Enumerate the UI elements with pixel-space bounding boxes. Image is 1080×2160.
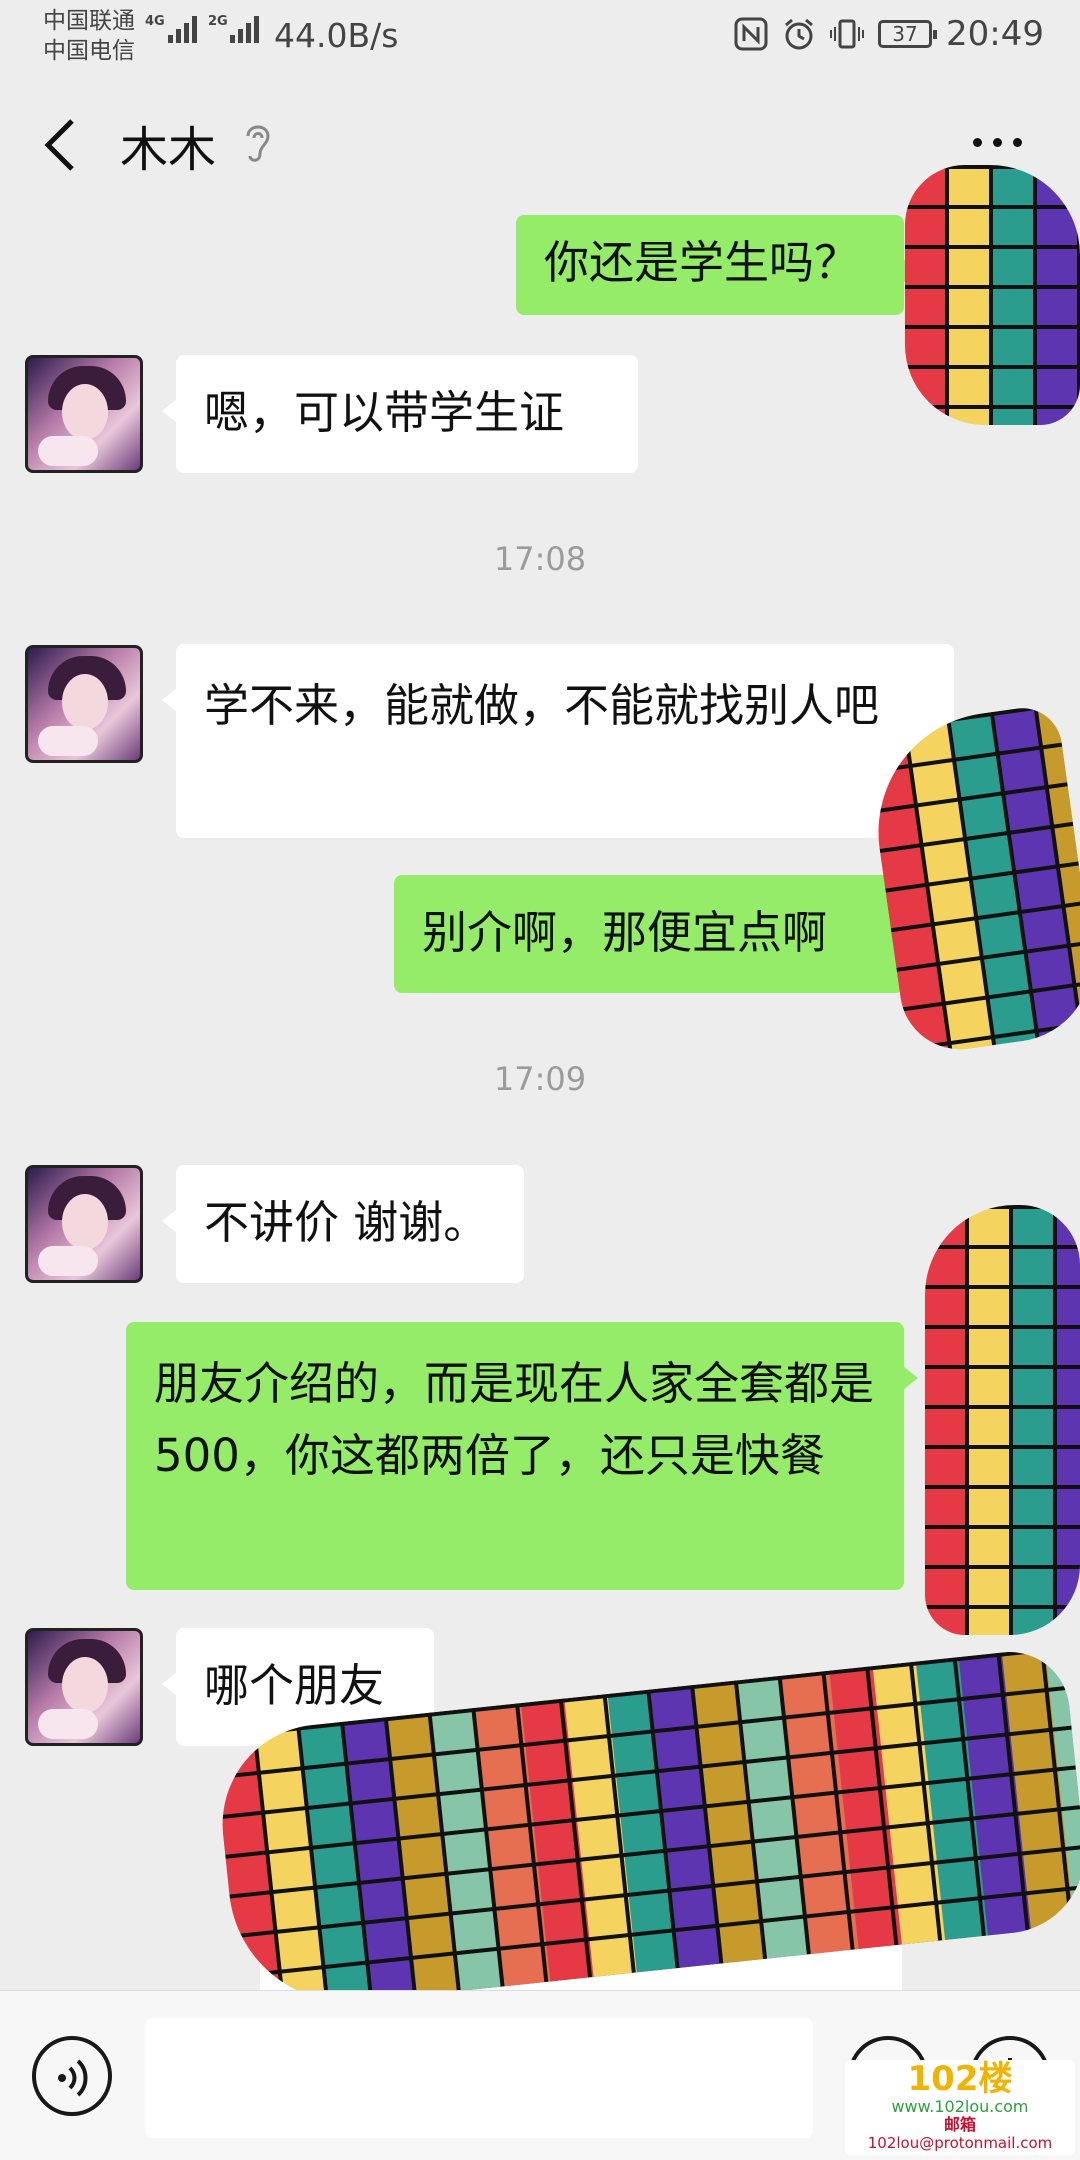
vibrate-icon	[830, 19, 865, 49]
watermark-email: 102lou@protonmail.com	[867, 2134, 1053, 2152]
message-bubble-outgoing[interactable]: 别介啊，那便宜点啊	[394, 875, 918, 993]
watermark-logo: 102楼	[907, 2059, 1013, 2099]
contact-avatar[interactable]	[25, 355, 143, 473]
battery-icon: 37	[878, 20, 938, 48]
watermark-site: www.102lou.com	[891, 2097, 1029, 2116]
message-bubble-incoming[interactable]: 学不来，能就做，不能就找别人吧	[162, 644, 954, 838]
redaction-mosaic	[905, 165, 1080, 425]
redaction-mosaic	[925, 1205, 1080, 1635]
site-watermark: 102楼 www.102lou.com 邮箱 102lou@protonmail…	[845, 2060, 1075, 2155]
more-options-icon[interactable]	[973, 138, 1022, 147]
carrier-1: 中国联通	[43, 8, 135, 34]
alarm-icon	[785, 18, 813, 50]
chat-title: 木木	[120, 122, 217, 178]
message-bubble-incoming[interactable]: 嗯，可以带学生证	[162, 355, 638, 473]
network-speed: 44.0B/s	[274, 16, 399, 55]
timestamp: 17:09	[493, 1060, 587, 1098]
message-input[interactable]	[145, 2018, 813, 2138]
voice-button[interactable]	[32, 2036, 112, 2116]
carrier-names: 中国联通 中国电信	[43, 6, 135, 66]
message-bubble-outgoing[interactable]: 朋友介绍的，而是现在人家全套都是 500，你这都两倍了，还只是快餐	[126, 1322, 918, 1590]
carrier-2: 中国电信	[43, 38, 135, 64]
contact-avatar[interactable]	[25, 645, 143, 763]
clock: 20:49	[946, 14, 1044, 54]
timestamp: 17:08	[493, 540, 587, 578]
message-bubble-incoming[interactable]: 不讲价 谢谢。	[162, 1165, 524, 1283]
network-type-1: 4G	[145, 14, 165, 29]
message-bubble-outgoing[interactable]: 你还是学生吗？	[516, 215, 918, 315]
back-arrow-icon[interactable]	[40, 115, 80, 175]
status-bar: 中国联通 中国电信 4G 2G 44.0B/s 37 20:49	[0, 0, 1080, 70]
nfc-icon	[734, 17, 768, 51]
signal-icon-1	[168, 16, 197, 43]
earpiece-mode-icon	[246, 125, 270, 162]
voice-icon	[58, 2059, 88, 2097]
contact-avatar[interactable]	[25, 1628, 143, 1746]
signal-icon-2	[230, 16, 259, 43]
network-type-2: 2G	[208, 14, 228, 29]
watermark-mailbox: 邮箱	[943, 2115, 976, 2134]
contact-avatar[interactable]	[25, 1165, 143, 1283]
